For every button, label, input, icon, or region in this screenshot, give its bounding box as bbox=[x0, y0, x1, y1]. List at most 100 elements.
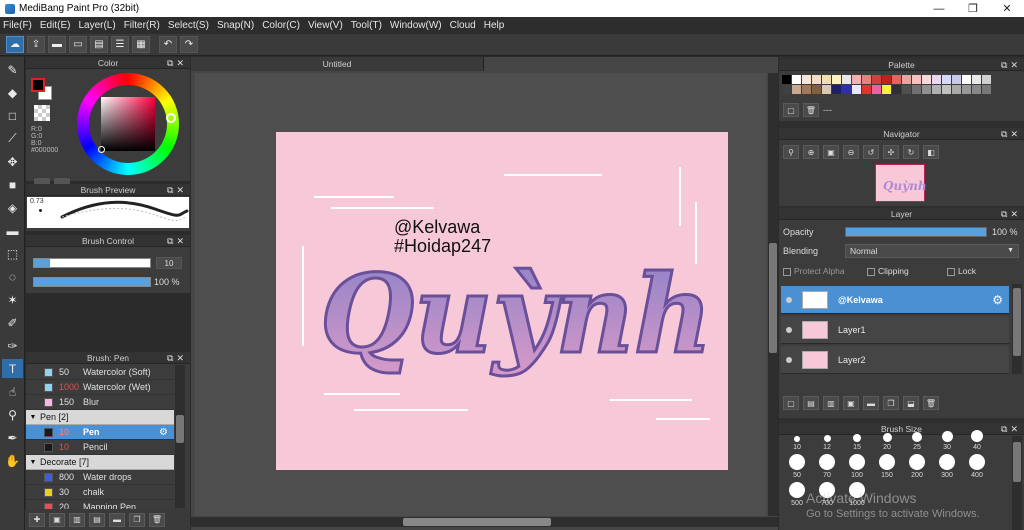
menu-color[interactable]: Color(C) bbox=[262, 20, 300, 31]
foreground-color-swatch[interactable] bbox=[31, 78, 45, 92]
zoom-out-icon[interactable]: ⊖ bbox=[843, 145, 859, 159]
palette-swatch[interactable] bbox=[862, 75, 871, 84]
blending-select[interactable]: Normal ▼ bbox=[845, 244, 1019, 258]
palette-swatch[interactable] bbox=[882, 85, 891, 94]
merge-layer-icon[interactable]: ⬓ bbox=[903, 396, 919, 410]
menu-layer[interactable]: Layer(L) bbox=[78, 20, 115, 31]
brush-group-header[interactable]: ▼ Pen [2] bbox=[26, 410, 174, 425]
palette-swatch[interactable] bbox=[952, 75, 961, 84]
palette-swatch[interactable] bbox=[912, 75, 921, 84]
sv-marker[interactable] bbox=[98, 146, 105, 153]
brush-size-option[interactable]: 100 bbox=[842, 453, 872, 481]
palette-swatch[interactable] bbox=[842, 75, 851, 84]
artwork-canvas[interactable]: @Kelvawa #Hoidap247 Quỳnh bbox=[276, 132, 728, 470]
palette-swatch[interactable] bbox=[962, 75, 971, 84]
menu-view[interactable]: View(V) bbox=[308, 20, 343, 31]
brush-size-option[interactable]: 200 bbox=[902, 453, 932, 481]
operation-tool-icon[interactable]: ☝ bbox=[2, 382, 23, 401]
visibility-eye-icon[interactable] bbox=[786, 356, 792, 363]
palette-swatch[interactable] bbox=[892, 75, 901, 84]
menu-window[interactable]: Window(W) bbox=[390, 20, 442, 31]
brush-size-value[interactable]: 10 bbox=[156, 257, 182, 269]
list-icon[interactable]: ☰ bbox=[111, 36, 129, 53]
menu-select[interactable]: Select(S) bbox=[168, 20, 209, 31]
layer-list-scrollbar[interactable] bbox=[1012, 284, 1022, 374]
brush-group-header[interactable]: ▼ Decorate [7] bbox=[26, 455, 174, 470]
add-layer-menu-icon[interactable]: ▣ bbox=[843, 396, 859, 410]
brush-item[interactable]: 50 Watercolor (Soft) bbox=[26, 365, 174, 380]
hand-tool-icon[interactable]: ✋ bbox=[2, 451, 23, 470]
brush-list-scroll-thumb[interactable] bbox=[176, 415, 184, 443]
palette-swatch[interactable] bbox=[962, 85, 971, 94]
menu-help[interactable]: Help bbox=[484, 20, 505, 31]
brush-item[interactable]: 10 Pencil bbox=[26, 440, 174, 455]
maximize-button[interactable]: ❐ bbox=[956, 0, 990, 17]
brush-item[interactable]: 30 chalk bbox=[26, 485, 174, 500]
panel-popout-close-icon[interactable]: ⧉✕ bbox=[167, 352, 187, 364]
canvas-h-scroll-thumb[interactable] bbox=[403, 518, 551, 526]
palette-swatch[interactable] bbox=[982, 75, 991, 84]
new-halftone-layer-icon[interactable]: ▤ bbox=[803, 396, 819, 410]
brush-size-scrollbar[interactable] bbox=[1012, 436, 1022, 530]
upload-icon[interactable]: ⇪ bbox=[27, 36, 45, 53]
gear-icon[interactable]: ⚙ bbox=[992, 293, 1003, 307]
zoom-in-icon[interactable]: ⊕ bbox=[803, 145, 819, 159]
rotate-right-icon[interactable]: ↻ bbox=[903, 145, 919, 159]
palette-swatch[interactable] bbox=[802, 75, 811, 84]
palette-swatch[interactable] bbox=[922, 85, 931, 94]
palette-swatch[interactable] bbox=[792, 75, 801, 84]
brush-size-option[interactable]: 300 bbox=[932, 453, 962, 481]
palette-swatch[interactable] bbox=[942, 85, 951, 94]
navigator-thumbnail[interactable]: Quỳnh bbox=[875, 164, 927, 202]
palette-swatch[interactable] bbox=[982, 85, 991, 94]
palette-swatch[interactable] bbox=[812, 85, 821, 94]
copy-icon[interactable]: ❐ bbox=[129, 512, 145, 527]
palette-swatch[interactable] bbox=[922, 75, 931, 84]
expand-arrow-icon[interactable]: ▼ bbox=[26, 459, 40, 466]
magic-wand-icon[interactable]: ✶ bbox=[2, 290, 23, 309]
palette-swatch[interactable] bbox=[932, 75, 941, 84]
new-layer-icon[interactable]: ▢ bbox=[783, 396, 799, 410]
cloud-icon[interactable]: ☁ bbox=[6, 36, 24, 53]
delete-layer-icon[interactable]: 🗑 bbox=[923, 396, 939, 410]
canvas-v-scroll-thumb[interactable] bbox=[769, 243, 777, 353]
brush-size-option[interactable]: 25 bbox=[902, 425, 932, 453]
brush-size-scroll-thumb[interactable] bbox=[1013, 442, 1021, 482]
redo-icon[interactable]: ↷ bbox=[180, 36, 198, 53]
fit-icon[interactable]: ▣ bbox=[823, 145, 839, 159]
eyedropper-icon[interactable]: ⚲ bbox=[2, 405, 23, 424]
palette-swatch[interactable] bbox=[972, 75, 981, 84]
brush-size-option[interactable]: 50 bbox=[782, 453, 812, 481]
visibility-eye-icon[interactable] bbox=[786, 296, 792, 303]
transparent-color-swatch[interactable] bbox=[34, 105, 50, 121]
brush-list-scrollbar[interactable] bbox=[175, 365, 185, 508]
pen-tool-icon[interactable]: ✒ bbox=[2, 428, 23, 447]
visibility-eye-icon[interactable] bbox=[786, 326, 792, 333]
palette-swatch[interactable] bbox=[872, 75, 881, 84]
brush-size-slider[interactable] bbox=[33, 258, 151, 268]
palette-swatch[interactable] bbox=[852, 85, 861, 94]
chat-icon[interactable]: ▭ bbox=[69, 36, 87, 53]
palette-swatch[interactable] bbox=[832, 85, 841, 94]
gear-icon[interactable]: ⚙ bbox=[159, 427, 168, 438]
trash-icon[interactable]: 🗑 bbox=[149, 512, 165, 527]
brush-opacity-slider[interactable] bbox=[33, 277, 151, 287]
palette-add-icon[interactable]: ▢ bbox=[783, 103, 799, 117]
layer-opacity-slider[interactable] bbox=[845, 227, 987, 237]
layer-row[interactable]: Layer2 bbox=[781, 346, 1009, 374]
expand-arrow-icon[interactable]: ▼ bbox=[26, 414, 40, 421]
menu-snap[interactable]: Snap(N) bbox=[217, 20, 254, 31]
palette-swatch[interactable] bbox=[932, 85, 941, 94]
palette-delete-icon[interactable]: 🗑 bbox=[803, 103, 819, 117]
palette-swatch[interactable] bbox=[902, 85, 911, 94]
palette-swatch[interactable] bbox=[792, 85, 801, 94]
brush-tool-icon[interactable]: ✎ bbox=[2, 60, 23, 79]
panel-popout-close-icon[interactable]: ⧉✕ bbox=[167, 57, 187, 69]
lasso-tool-icon[interactable]: ◌ bbox=[2, 267, 23, 286]
palette-swatch[interactable] bbox=[952, 85, 961, 94]
panel-popout-close-icon[interactable]: ⧉✕ bbox=[1001, 423, 1021, 435]
text-tool-icon[interactable]: T bbox=[2, 359, 23, 378]
palette-swatch[interactable] bbox=[852, 75, 861, 84]
grid-icon[interactable]: ▦ bbox=[132, 36, 150, 53]
palette-swatch[interactable] bbox=[912, 85, 921, 94]
